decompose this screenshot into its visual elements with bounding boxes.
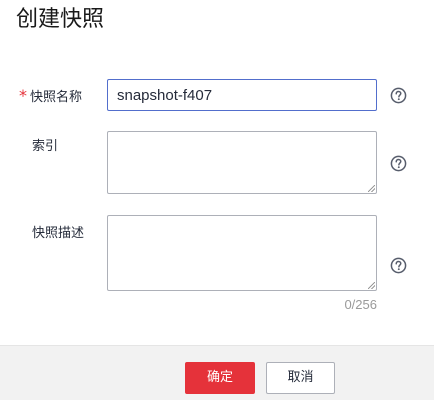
snapshot-name-label: 快照名称	[30, 90, 83, 105]
dialog-title: 创建快照	[16, 7, 105, 32]
index-help-icon[interactable]	[390, 155, 407, 172]
description-resize-handle[interactable]	[368, 282, 375, 289]
snapshot-description-textarea[interactable]	[107, 215, 377, 291]
description-char-counter: 0/256	[344, 297, 377, 312]
index-resize-handle[interactable]	[368, 185, 375, 192]
snapshot-name-input[interactable]	[107, 79, 377, 111]
snapshot-name-help-icon[interactable]	[390, 87, 407, 104]
create-snapshot-dialog: 创建快照 *快照名称 索引 快照描述 0/256 确定 取消	[0, 0, 434, 400]
cancel-button[interactable]: 取消	[266, 362, 335, 394]
snapshot-description-label: 快照描述	[32, 226, 85, 241]
index-label: 索引	[32, 139, 59, 154]
description-help-icon[interactable]	[390, 257, 407, 274]
dialog-footer: 确定 取消	[0, 345, 434, 400]
index-textarea[interactable]	[107, 131, 377, 194]
confirm-button[interactable]: 确定	[185, 362, 255, 394]
snapshot-name-label-group: * 快照名称	[19, 87, 82, 107]
required-marker: *	[19, 86, 27, 105]
